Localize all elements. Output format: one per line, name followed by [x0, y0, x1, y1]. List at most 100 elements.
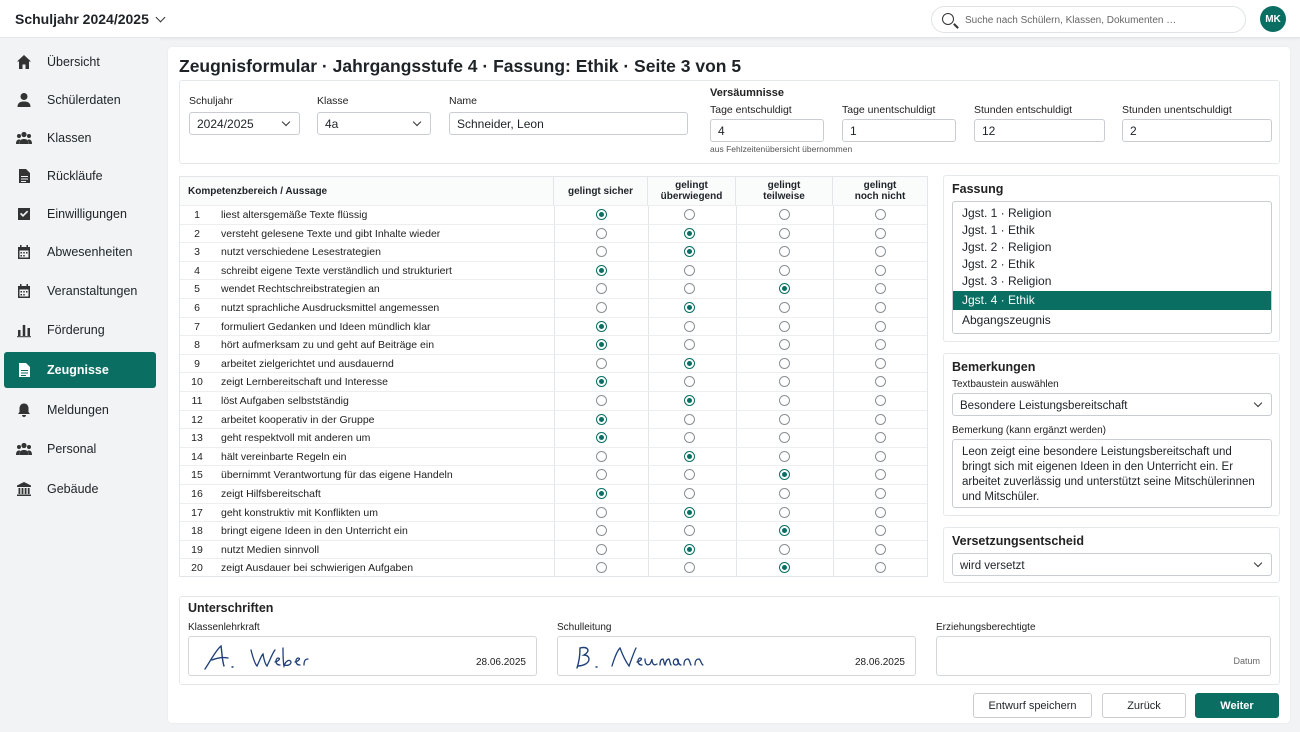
rating-radio[interactable]: [875, 413, 886, 425]
rating-radio[interactable]: [596, 264, 607, 276]
fassung-option[interactable]: Jgst. 4 · Ethik: [953, 291, 1271, 310]
rating-radio[interactable]: [596, 246, 607, 258]
sidebar-item-schuelerdaten[interactable]: Schülerdaten: [4, 82, 156, 118]
rating-radio[interactable]: [779, 543, 790, 555]
rating-radio[interactable]: [875, 246, 886, 258]
rating-radio[interactable]: [779, 488, 790, 499]
rating-radio[interactable]: [779, 320, 790, 332]
rating-radio[interactable]: [596, 469, 607, 481]
rating-radio[interactable]: [779, 339, 790, 351]
rating-radio[interactable]: [596, 525, 607, 537]
rating-radio[interactable]: [779, 562, 790, 574]
sidebar-item-abwesenheiten[interactable]: Abwesenheiten: [4, 234, 156, 270]
rating-radio[interactable]: [779, 450, 790, 462]
rating-radio[interactable]: [779, 302, 790, 313]
rating-radio[interactable]: [779, 246, 790, 258]
sidebar-item-personal[interactable]: Personal: [4, 431, 156, 467]
sidebar-item-zeugnisse[interactable]: Zeugnisse: [4, 352, 156, 388]
rating-radio[interactable]: [875, 264, 886, 276]
rating-radio[interactable]: [684, 469, 695, 481]
name-input[interactable]: Schneider, Leon: [449, 112, 688, 135]
rating-radio[interactable]: [779, 506, 790, 518]
promotion-select[interactable]: wird versetzt: [952, 553, 1272, 576]
rating-radio[interactable]: [596, 562, 607, 574]
sidebar-item-foerderung[interactable]: Förderung: [4, 312, 156, 348]
fassung-option[interactable]: Jgst. 2 · Religion: [953, 239, 1271, 256]
rating-radio[interactable]: [684, 357, 695, 369]
rating-radio[interactable]: [875, 302, 886, 313]
sidebar-item-uebersicht[interactable]: Übersicht: [4, 44, 156, 80]
rating-radio[interactable]: [779, 432, 790, 444]
sidebar-item-ruecklaeufe[interactable]: Rückläufe: [4, 158, 156, 194]
save-draft-button[interactable]: Entwurf speichern: [973, 693, 1092, 718]
rating-radio[interactable]: [779, 395, 790, 406]
rating-radio[interactable]: [684, 320, 695, 332]
rating-radio[interactable]: [779, 283, 790, 295]
fassung-option[interactable]: Jgst. 3 · Religion: [953, 273, 1271, 290]
rating-radio[interactable]: [875, 506, 886, 518]
rating-radio[interactable]: [596, 395, 607, 406]
rating-radio[interactable]: [684, 450, 695, 462]
rating-radio[interactable]: [875, 469, 886, 481]
rating-radio[interactable]: [684, 246, 695, 258]
rating-radio[interactable]: [596, 543, 607, 555]
sidebar-item-gebaeude[interactable]: Gebäude: [4, 471, 156, 507]
rating-radio[interactable]: [875, 562, 886, 574]
rating-radio[interactable]: [596, 320, 607, 332]
guardian-signature-field[interactable]: Datum: [936, 636, 1271, 676]
rating-radio[interactable]: [596, 432, 607, 444]
rating-radio[interactable]: [779, 525, 790, 537]
avatar[interactable]: MK: [1260, 6, 1286, 32]
rating-radio[interactable]: [684, 562, 695, 574]
fassung-option[interactable]: Jgst. 1 · Ethik: [953, 222, 1271, 239]
rating-radio[interactable]: [684, 488, 695, 499]
rating-radio[interactable]: [875, 395, 886, 406]
rating-radio[interactable]: [875, 357, 886, 369]
teacher-signature-field[interactable]: 28.06.2025: [188, 636, 537, 676]
next-button[interactable]: Weiter: [1195, 693, 1279, 718]
search-box[interactable]: [931, 6, 1246, 33]
rating-radio[interactable]: [596, 227, 607, 239]
fassung-option[interactable]: Abgangszeugnis: [953, 312, 1271, 329]
rating-radio[interactable]: [684, 339, 695, 351]
rating-radio[interactable]: [684, 264, 695, 276]
rating-radio[interactable]: [875, 450, 886, 462]
rating-radio[interactable]: [875, 283, 886, 295]
back-button[interactable]: Zurück: [1102, 693, 1186, 718]
rating-radio[interactable]: [779, 376, 790, 388]
unexcused-hours-input[interactable]: 2: [1122, 119, 1272, 142]
rating-radio[interactable]: [596, 357, 607, 369]
rating-radio[interactable]: [684, 506, 695, 518]
rating-radio[interactable]: [596, 413, 607, 425]
rating-radio[interactable]: [875, 432, 886, 444]
rating-radio[interactable]: [779, 209, 790, 220]
rating-radio[interactable]: [596, 376, 607, 388]
rating-radio[interactable]: [779, 264, 790, 276]
fassung-option[interactable]: Jgst. 1 · Religion: [953, 205, 1271, 222]
rating-radio[interactable]: [684, 525, 695, 537]
rating-radio[interactable]: [684, 227, 695, 239]
rating-radio[interactable]: [875, 376, 886, 388]
rating-radio[interactable]: [875, 525, 886, 537]
fassung-option[interactable]: Jgst. 2 · Ethik: [953, 256, 1271, 273]
schuljahr-select[interactable]: 2024/2025: [189, 112, 300, 135]
rating-radio[interactable]: [779, 357, 790, 369]
unexcused-days-input[interactable]: 1: [842, 119, 956, 142]
rating-radio[interactable]: [875, 209, 886, 220]
search-input[interactable]: [965, 11, 1235, 29]
sidebar-item-einwilligungen[interactable]: Einwilligungen: [4, 196, 156, 232]
rating-radio[interactable]: [684, 543, 695, 555]
klasse-select[interactable]: 4a: [317, 112, 431, 135]
rating-radio[interactable]: [875, 339, 886, 351]
rating-radio[interactable]: [596, 488, 607, 499]
fassung-listbox[interactable]: Jgst. 1 · Religion Jgst. 1 · Ethik Jgst. 2…: [952, 201, 1272, 334]
rating-radio[interactable]: [875, 227, 886, 239]
rating-radio[interactable]: [596, 339, 607, 351]
rating-radio[interactable]: [684, 413, 695, 425]
sidebar-item-klassen[interactable]: Klassen: [4, 120, 156, 156]
rating-radio[interactable]: [684, 432, 695, 444]
rating-radio[interactable]: [779, 469, 790, 481]
remark-textarea[interactable]: Leon zeigt eine besondere Leistungsberei…: [952, 439, 1272, 508]
rating-radio[interactable]: [684, 283, 695, 295]
rating-radio[interactable]: [684, 395, 695, 406]
